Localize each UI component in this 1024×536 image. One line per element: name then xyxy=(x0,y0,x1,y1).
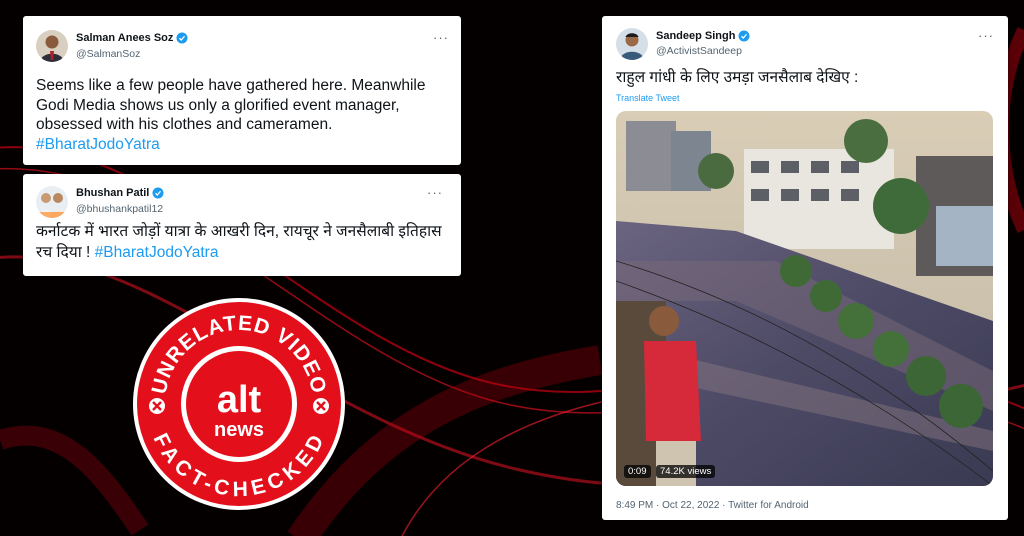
display-name-text: Bhushan Patil xyxy=(76,187,150,199)
hashtag-link[interactable]: #BharatJodoYatra xyxy=(95,244,219,261)
video-thumbnail xyxy=(616,111,993,486)
tweet-text: कर्नाटक में भारत जोड़ों यात्रा के आखरी द… xyxy=(36,222,456,263)
more-options-icon[interactable]: ··· xyxy=(427,185,443,200)
display-name[interactable]: Salman Anees Soz xyxy=(76,32,188,44)
more-options-icon[interactable]: ··· xyxy=(978,28,994,43)
tweet-body: राहुल गांधी के लिए उमड़ा जनसैलाब देखिए : xyxy=(616,69,859,86)
verified-badge-icon xyxy=(176,32,188,44)
display-name-text: Sandeep Singh xyxy=(656,30,736,42)
avatar[interactable] xyxy=(616,28,648,60)
tweet-text: Seems like a few people have gathered he… xyxy=(36,76,451,154)
translate-tweet-link[interactable]: Translate Tweet xyxy=(616,93,680,103)
display-name[interactable]: Bhushan Patil xyxy=(76,187,164,199)
verified-badge-icon xyxy=(738,30,750,42)
fact-check-stamp: UNRELATED VIDEO FACT-CHECKED alt news xyxy=(133,298,345,510)
display-name[interactable]: Sandeep Singh xyxy=(656,30,750,42)
tweet-card-salman[interactable]: Salman Anees Soz @SalmanSoz ··· Seems li… xyxy=(23,16,461,165)
video-duration: 0:09 xyxy=(624,465,651,478)
x-mark-icon xyxy=(149,398,165,414)
video-player[interactable]: 0:09 74.2K views xyxy=(616,111,993,486)
stamp-logo-news: news xyxy=(214,419,264,441)
handle[interactable]: @SalmanSoz xyxy=(76,48,140,60)
x-mark-icon xyxy=(313,398,329,414)
verified-badge-icon xyxy=(152,187,164,199)
tweet-timestamp[interactable]: 8:49 PM · Oct 22, 2022 · Twitter for And… xyxy=(616,500,809,511)
video-views: 74.2K views xyxy=(656,465,716,478)
avatar[interactable] xyxy=(36,30,68,62)
tweet-card-bhushan[interactable]: Bhushan Patil @bhushankpatil12 ··· कर्ना… xyxy=(23,174,461,276)
tweet-body: Seems like a few people have gathered he… xyxy=(36,77,426,133)
hashtag-link[interactable]: #BharatJodoYatra xyxy=(36,136,160,153)
handle[interactable]: @ActivistSandeep xyxy=(656,45,742,57)
stamp-logo-alt: alt xyxy=(217,379,262,421)
more-options-icon[interactable]: ··· xyxy=(433,30,449,45)
display-name-text: Salman Anees Soz xyxy=(76,32,174,44)
tweet-card-sandeep[interactable]: Sandeep Singh @ActivistSandeep ··· राहुल… xyxy=(602,16,1008,520)
handle[interactable]: @bhushankpatil12 xyxy=(76,203,163,215)
avatar[interactable] xyxy=(36,186,68,218)
